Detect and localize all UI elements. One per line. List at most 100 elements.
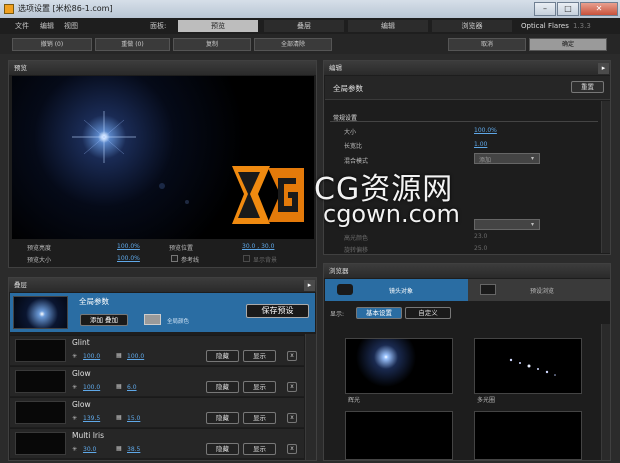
blend-mode-value: 添加 [479, 157, 492, 164]
preset-thumb[interactable] [474, 411, 582, 460]
editor-global-label: 全局参数 [333, 84, 363, 93]
scale-icon: ▦ [116, 383, 122, 390]
minimize-button[interactable]: – [534, 2, 556, 16]
undo-button[interactable]: 撤销 (0) [12, 38, 92, 51]
remove-layer-button[interactable]: x [287, 413, 297, 423]
add-overlay-button[interactable]: 添加 叠加 [80, 314, 128, 326]
brightness-value[interactable]: 100.0% [117, 243, 140, 250]
global-color-swatch[interactable] [144, 314, 161, 325]
watermark-logo [228, 160, 306, 230]
position-label: 预览位置 [169, 245, 194, 252]
faded-row-value: 25.0 [474, 245, 488, 252]
cancel-button[interactable]: 取消 [448, 38, 526, 51]
global-thumb [13, 296, 68, 329]
editor-scrollbar[interactable] [601, 101, 610, 253]
scale-icon: ▦ [116, 414, 122, 421]
hide-button[interactable]: 隐藏 [206, 350, 239, 362]
save-preset-button[interactable]: 保存预设 [246, 304, 309, 318]
layer-scale[interactable]: 100.0 [127, 353, 144, 360]
remove-layer-button[interactable]: x [287, 382, 297, 392]
show-button[interactable]: 显示 [243, 381, 276, 393]
size-value[interactable]: 100.0% [117, 255, 140, 262]
layer-thumb [15, 339, 66, 362]
tab-preview[interactable]: 预览 [178, 20, 258, 32]
layer-row[interactable]: Glow ✳ 139.5 ▦ 15.0 隐藏 显示 x [10, 397, 304, 427]
reference-checkbox[interactable] [171, 255, 178, 262]
menu-edit[interactable]: 编辑 [40, 18, 54, 34]
preset-thumb-glow[interactable] [345, 338, 453, 394]
copy-button[interactable]: 复制 [173, 38, 251, 51]
global-layer-row[interactable]: 全局参数 添加 叠加 全局颜色 保存预设 [10, 293, 315, 332]
layer-scale[interactable]: 38.5 [127, 446, 140, 453]
editor-arrow-icon[interactable]: ▸ [598, 63, 609, 74]
preset-thumb-multi-iris[interactable] [474, 338, 582, 394]
show-button[interactable]: 显示 [243, 443, 276, 455]
size-row-label: 大小 [344, 129, 357, 136]
scale-icon: ▦ [116, 352, 122, 359]
browser-panel: 浏览器 镜头对象 预设浏览 显示: 基本设置 自定义 辉光 多光圈 [323, 263, 611, 461]
layer-thumb [15, 401, 66, 424]
layer-row[interactable]: Multi Iris ✳ 30.0 ▦ 38.5 隐藏 显示 x [10, 428, 304, 458]
show-bg-checkbox[interactable] [243, 255, 250, 262]
logo-icon [232, 166, 304, 224]
secondary-select[interactable]: ▾ [474, 219, 540, 230]
preset-thumb[interactable] [345, 411, 453, 460]
layer-row[interactable]: Glow ✳ 100.0 ▦ 6.0 隐藏 显示 x [10, 366, 304, 396]
filter-basic-button[interactable]: 基本设置 [356, 307, 402, 319]
preset-icon [480, 284, 496, 295]
tab-layers[interactable]: 叠层 [264, 20, 344, 32]
reset-button[interactable]: 重置 [571, 81, 604, 93]
layer-brightness[interactable]: 30.0 [83, 446, 96, 453]
layer-thumb [15, 432, 66, 455]
menu-file[interactable]: 文件 [15, 18, 29, 34]
layer-scale[interactable]: 6.0 [127, 384, 137, 391]
brightness-icon: ✳ [72, 446, 78, 453]
show-button[interactable]: 显示 [243, 412, 276, 424]
maximize-button[interactable]: □ [557, 2, 579, 16]
hide-button[interactable]: 隐藏 [206, 443, 239, 455]
preview-header: 预览 [9, 61, 316, 75]
ok-button[interactable]: 确定 [529, 38, 607, 51]
redo-button[interactable]: 重做 (0) [95, 38, 170, 51]
toolbar: 撤销 (0) 重做 (0) 复制 全部清除 取消 确定 [0, 34, 620, 54]
remove-layer-button[interactable]: x [287, 351, 297, 361]
show-button[interactable]: 显示 [243, 350, 276, 362]
browser-scrollbar[interactable] [601, 324, 610, 460]
tab-browser[interactable]: 浏览器 [432, 20, 512, 32]
faded-row-label: 高光颜色 [344, 235, 369, 242]
remove-layer-button[interactable]: x [287, 444, 297, 454]
position-value[interactable]: 30.0 , 30.0 [242, 243, 274, 250]
hide-button[interactable]: 隐藏 [206, 381, 239, 393]
watermark-url: cgown.com [323, 200, 460, 228]
global-color-label: 全局颜色 [167, 319, 190, 325]
window-titlebar: 选项设置 [米松86-1.com] [0, 0, 620, 18]
show-bg-label: 显示背景 [253, 257, 278, 264]
brightness-icon: ✳ [72, 415, 78, 422]
tab-preset-browser[interactable]: 预设浏览 [468, 279, 610, 301]
faded-row-value: 23.0 [474, 233, 488, 240]
iris-dots [509, 358, 556, 376]
layer-brightness[interactable]: 100.0 [83, 384, 100, 391]
chevron-down-icon: ▾ [531, 155, 535, 162]
layers-arrow-icon[interactable]: ▸ [304, 280, 315, 291]
tab-editor[interactable]: 编辑 [348, 20, 428, 32]
brightness-icon: ✳ [72, 384, 78, 391]
hide-button[interactable]: 隐藏 [206, 412, 239, 424]
layers-scrollbar[interactable] [305, 334, 316, 460]
size-row-value[interactable]: 100.0% [474, 127, 497, 134]
menu-view[interactable]: 视图 [64, 18, 78, 34]
aspect-row-value[interactable]: 1.00 [474, 141, 487, 148]
close-button[interactable]: ✕ [580, 2, 618, 16]
faded-row-label: 旋转偏移 [344, 247, 369, 254]
filter-custom-button[interactable]: 自定义 [405, 307, 451, 319]
layer-scale[interactable]: 15.0 [127, 415, 140, 422]
clear-all-button[interactable]: 全部清除 [254, 38, 332, 51]
layer-row[interactable]: Glint ✳ 100.0 ▦ 100.0 隐藏 显示 x [10, 335, 304, 365]
chevron-down-icon: ▾ [531, 221, 535, 228]
blend-mode-select[interactable]: 添加 ▾ [474, 153, 540, 164]
tab-preset-label: 预设浏览 [530, 288, 555, 295]
layer-brightness[interactable]: 139.5 [83, 415, 100, 422]
layer-brightness[interactable]: 100.0 [83, 353, 100, 360]
tab-lens-objects[interactable]: 镜头对象 [325, 279, 468, 301]
layers-header: 叠层 [9, 278, 316, 292]
